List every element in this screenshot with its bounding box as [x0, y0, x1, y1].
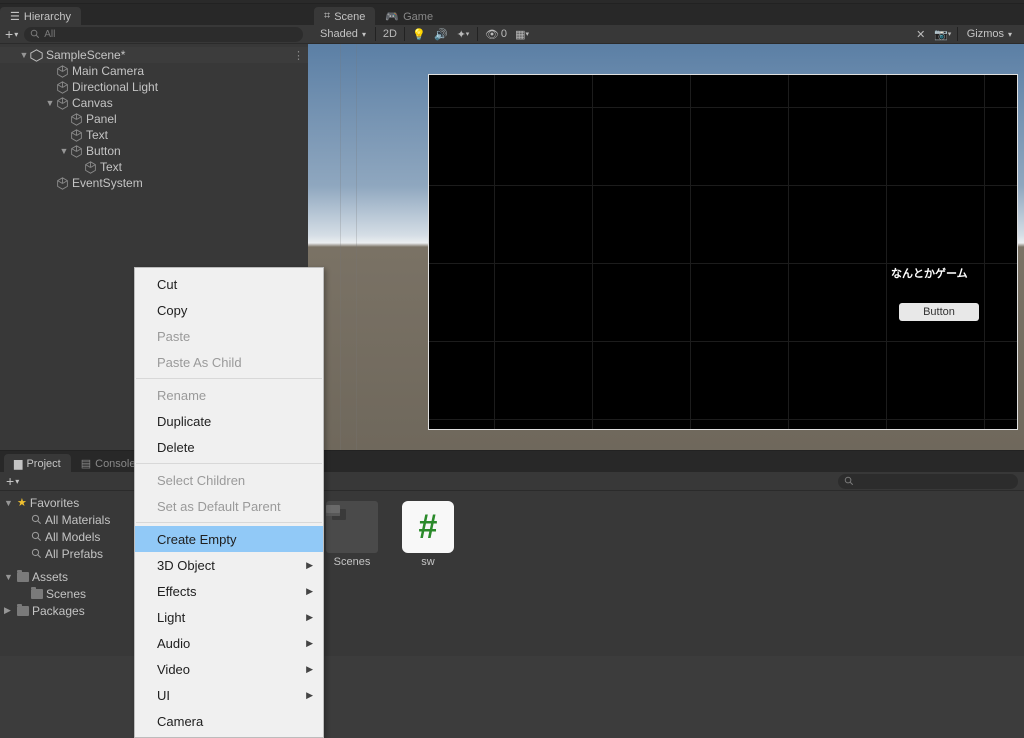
- context-menu-item: Select Children: [135, 467, 323, 493]
- context-menu-item[interactable]: Duplicate: [135, 408, 323, 434]
- context-menu-item[interactable]: Effects▶: [135, 578, 323, 604]
- asset-item[interactable]: # sw: [398, 501, 458, 568]
- chevron-down-icon: ▾: [1008, 30, 1012, 39]
- hierarchy-item[interactable]: EventSystem: [0, 175, 308, 191]
- hierarchy-item[interactable]: ▼Button: [0, 143, 308, 159]
- context-menu-item[interactable]: Create Empty: [135, 526, 323, 552]
- audio-toggle-icon[interactable]: 🔊: [430, 26, 452, 43]
- folder-icon: [17, 606, 29, 616]
- search-icon: [30, 29, 40, 39]
- scene-menu-icon[interactable]: ⋮: [293, 49, 304, 62]
- submenu-arrow-icon: ▶: [306, 638, 313, 649]
- search-placeholder: All: [44, 29, 55, 40]
- hierarchy-item[interactable]: Text: [0, 127, 308, 143]
- tab-game[interactable]: 🎮 Game: [375, 7, 443, 25]
- hierarchy-item[interactable]: Text: [0, 159, 308, 175]
- hierarchy-icon: ☰: [10, 10, 20, 23]
- hierarchy-item[interactable]: Main Camera: [0, 63, 308, 79]
- hierarchy-context-menu: CutCopyPastePaste As Child RenameDuplicat…: [134, 267, 324, 738]
- hierarchy-item[interactable]: ▼Canvas: [0, 95, 308, 111]
- context-menu-item: Paste As Child: [135, 349, 323, 375]
- context-menu-item[interactable]: Delete: [135, 434, 323, 460]
- project-content[interactable]: Scenes # sw: [308, 491, 1024, 656]
- context-menu-item[interactable]: Audio▶: [135, 630, 323, 656]
- scene-viewport[interactable]: なんとかゲーム Button: [308, 44, 1024, 450]
- add-button[interactable]: +▾: [5, 26, 18, 42]
- asset-label: Scenes: [334, 556, 371, 568]
- context-menu-item[interactable]: UI▶: [135, 682, 323, 708]
- game-tab-icon: 🎮: [385, 10, 399, 23]
- fold-toggle-icon[interactable]: ▼: [58, 146, 70, 156]
- submenu-arrow-icon: ▶: [306, 586, 313, 597]
- unity-scene-icon: [30, 49, 43, 62]
- folder-thumb-icon: [326, 501, 378, 553]
- 2d-toggle-button[interactable]: 2D: [379, 26, 401, 43]
- context-menu-item[interactable]: Cut: [135, 271, 323, 297]
- tab-scene[interactable]: ⌗ Scene: [314, 7, 375, 25]
- project-search-input[interactable]: [838, 474, 1018, 489]
- fold-toggle-icon[interactable]: ▼: [18, 50, 30, 60]
- shading-mode-dropdown[interactable]: Shaded ▾: [314, 26, 372, 43]
- hierarchy-tab-label: Hierarchy: [24, 11, 71, 23]
- context-menu-item[interactable]: Light▶: [135, 604, 323, 630]
- context-menu-item: Rename: [135, 382, 323, 408]
- canvas-rect[interactable]: なんとかゲーム Button: [428, 74, 1018, 430]
- asset-label: sw: [421, 556, 434, 568]
- scene-row[interactable]: ▼ SampleScene* ⋮: [0, 47, 308, 63]
- tab-project[interactable]: ▆ Project: [4, 454, 71, 472]
- submenu-arrow-icon: ▶: [306, 690, 313, 701]
- context-menu-item[interactable]: Video▶: [135, 656, 323, 682]
- scene-tab-icon: ⌗: [324, 10, 330, 23]
- hierarchy-tab[interactable]: ☰ Hierarchy: [0, 7, 81, 25]
- search-icon: [844, 476, 854, 486]
- hierarchy-item[interactable]: Panel: [0, 111, 308, 127]
- hierarchy-tree: ▼ SampleScene* ⋮ Main CameraDirectional …: [0, 44, 308, 194]
- grid-dropdown-icon[interactable]: ▦▾: [511, 26, 533, 43]
- game-button[interactable]: Button: [899, 303, 979, 321]
- chevron-down-icon: ▾: [362, 30, 366, 39]
- context-menu-item[interactable]: Camera: [135, 708, 323, 734]
- hidden-objects-button[interactable]: 👁0: [481, 26, 511, 43]
- lighting-toggle-icon[interactable]: 💡: [408, 26, 430, 43]
- fx-toggle-icon[interactable]: ✦▾: [452, 26, 474, 43]
- project-add-button[interactable]: +▾: [6, 473, 19, 489]
- submenu-arrow-icon: ▶: [306, 560, 313, 571]
- csharp-script-icon: #: [402, 501, 454, 553]
- fold-toggle-icon[interactable]: ▼: [44, 98, 56, 108]
- context-menu-item[interactable]: Copy: [135, 297, 323, 323]
- folder-icon: [31, 589, 43, 599]
- star-icon: ★: [17, 496, 27, 509]
- camera-dropdown-icon[interactable]: 📷▾: [932, 26, 954, 43]
- console-icon: ▤: [81, 457, 91, 470]
- asset-item[interactable]: Scenes: [322, 501, 382, 568]
- hierarchy-item[interactable]: Directional Light: [0, 79, 308, 95]
- folder-icon: ▆: [14, 457, 22, 470]
- folder-icon: [17, 572, 29, 582]
- context-menu-item[interactable]: 3D Object▶: [135, 552, 323, 578]
- hierarchy-search-input[interactable]: All: [24, 27, 303, 42]
- submenu-arrow-icon: ▶: [306, 612, 313, 623]
- scene-panel: ⌗ Scene 🎮 Game Shaded ▾ 2D 💡 🔊 ✦▾ 👁0 ▦▾: [308, 4, 1024, 450]
- tools-icon[interactable]: ✕: [910, 26, 932, 43]
- game-title-text[interactable]: なんとかゲーム: [891, 265, 968, 281]
- context-menu-item: Paste: [135, 323, 323, 349]
- scene-name-label: SampleScene*: [46, 48, 125, 62]
- submenu-arrow-icon: ▶: [306, 664, 313, 675]
- gizmos-dropdown[interactable]: Gizmos ▾: [961, 26, 1018, 43]
- context-menu-item: Set as Default Parent: [135, 493, 323, 519]
